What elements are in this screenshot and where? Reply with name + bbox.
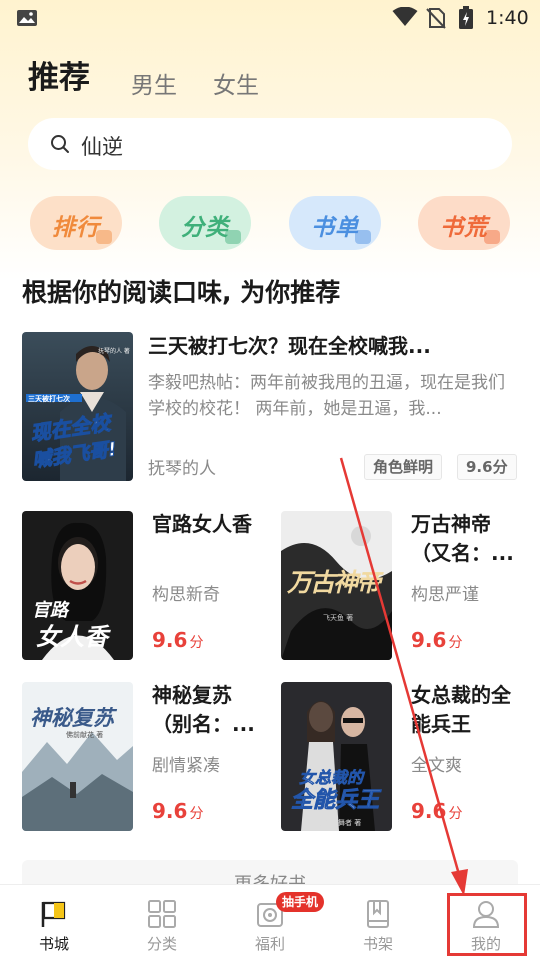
- no-sim-icon: [426, 8, 446, 29]
- book-cover-2[interactable]: 万古神帝 飞天鱼 著: [281, 511, 392, 660]
- nav-bookshelf[interactable]: 书架: [324, 885, 432, 960]
- book-score-4: 9.6 分: [411, 799, 462, 823]
- nav-bookstore-label: 书城: [38, 935, 69, 953]
- flag-icon: [41, 901, 66, 927]
- score-unit: 分: [448, 806, 463, 822]
- battery-icon: [459, 6, 473, 29]
- search-input[interactable]: 仙逆: [81, 131, 123, 161]
- book-2-cover-author: 飞天鱼 著: [323, 614, 354, 622]
- wifi-icon: [392, 7, 418, 26]
- nav-category-label: 分类: [146, 935, 177, 953]
- book-score-3: 9.6 分: [152, 799, 203, 823]
- tab-recommend[interactable]: 推荐: [28, 52, 90, 97]
- featured-book-cover[interactable]: 三天被打七次 抚琴的人 著 现在全校 喊我飞哥!: [22, 332, 133, 481]
- book-3-cover-text: 神秘复苏: [30, 706, 114, 730]
- book-title-1[interactable]: 官路女人香: [152, 510, 264, 539]
- grid-icon: [148, 900, 176, 928]
- booklist-button[interactable]: 书单: [289, 196, 381, 250]
- book-shortage-button[interactable]: 书荒: [418, 196, 510, 250]
- book-cover-3[interactable]: 神秘复苏 佛前献花 著: [22, 682, 133, 831]
- score-unit: 分: [189, 635, 204, 651]
- book-1-cover-text-2: 女人香: [36, 623, 108, 651]
- status-time: 1:40: [486, 7, 529, 29]
- tab-male[interactable]: 男生: [131, 66, 177, 100]
- category-icon: [225, 230, 241, 244]
- score-unit: 分: [189, 806, 204, 822]
- book-score-1: 9.6 分: [152, 628, 203, 652]
- book-icon: [367, 900, 389, 928]
- score-value: 9.6: [152, 799, 188, 823]
- featured-cover-author: 抚琴的人 著: [98, 348, 130, 355]
- book-meta-4: 全文爽: [411, 756, 462, 776]
- featured-cover-banner: 三天被打七次: [28, 395, 70, 403]
- featured-book-author: 抚琴的人: [148, 459, 216, 479]
- welfare-badge: 抽手机: [276, 892, 325, 912]
- score-unit: 分: [448, 635, 463, 651]
- score-value: 9.6: [411, 799, 447, 823]
- gallery-icon: [17, 10, 37, 26]
- book-meta-1: 构思新奇: [152, 585, 220, 605]
- book-title-2[interactable]: 万古神帝（又名：...: [411, 510, 523, 568]
- booklist-icon: [355, 230, 371, 244]
- status-bar: 1:40: [0, 0, 540, 36]
- ranking-button[interactable]: 排行: [30, 196, 122, 250]
- book-2-cover-text: 万古神帝: [287, 568, 381, 597]
- category-button[interactable]: 分类: [159, 196, 251, 250]
- tab-female[interactable]: 女生: [213, 66, 259, 100]
- featured-book-description: 李毅吧热帖：两年前被我甩的丑逼，现在是我们学校的校花！ 两年前，她是丑逼，我..…: [148, 373, 505, 419]
- nav-welfare-label: 福利: [254, 935, 285, 953]
- annotation-highlight-box: [447, 893, 527, 956]
- ranking-icon: [96, 230, 112, 244]
- nav-bookshelf-label: 书架: [362, 935, 393, 953]
- book-meta-3: 剧情紧凑: [152, 756, 220, 776]
- featured-book-title[interactable]: 三天被打七次？现在全校喊我...: [148, 330, 448, 359]
- featured-tag: 角色鲜明: [364, 454, 443, 480]
- book-cover-4[interactable]: 女总裁的 全能兵王 寂寞的舞者 著: [281, 682, 392, 831]
- book-4-cover-author: 寂寞的舞者 著: [317, 819, 362, 827]
- book-score-2: 9.6 分: [411, 628, 462, 652]
- book-3-cover-author: 佛前献花 著: [66, 731, 104, 739]
- nav-category[interactable]: 分类: [108, 885, 216, 960]
- book-meta-2: 构思严谨: [411, 585, 479, 605]
- book-cover-1[interactable]: 官路 女人香: [22, 511, 133, 660]
- search-bar[interactable]: 仙逆: [28, 118, 512, 170]
- book-title-4[interactable]: 女总裁的全能兵王: [411, 681, 523, 739]
- book-shortage-icon: [484, 230, 500, 244]
- nav-bookstore[interactable]: 书城: [0, 885, 108, 960]
- section-title: 根据你的阅读口味, 为你推荐: [22, 278, 341, 307]
- featured-score-tag: 9.6分: [457, 454, 517, 480]
- book-4-cover-text-2: 全能兵王: [291, 788, 380, 814]
- search-icon: [51, 135, 69, 153]
- score-value: 9.6: [411, 628, 447, 652]
- score-value: 9.6: [152, 628, 188, 652]
- book-title-3[interactable]: 神秘复苏（别名：...: [152, 681, 264, 739]
